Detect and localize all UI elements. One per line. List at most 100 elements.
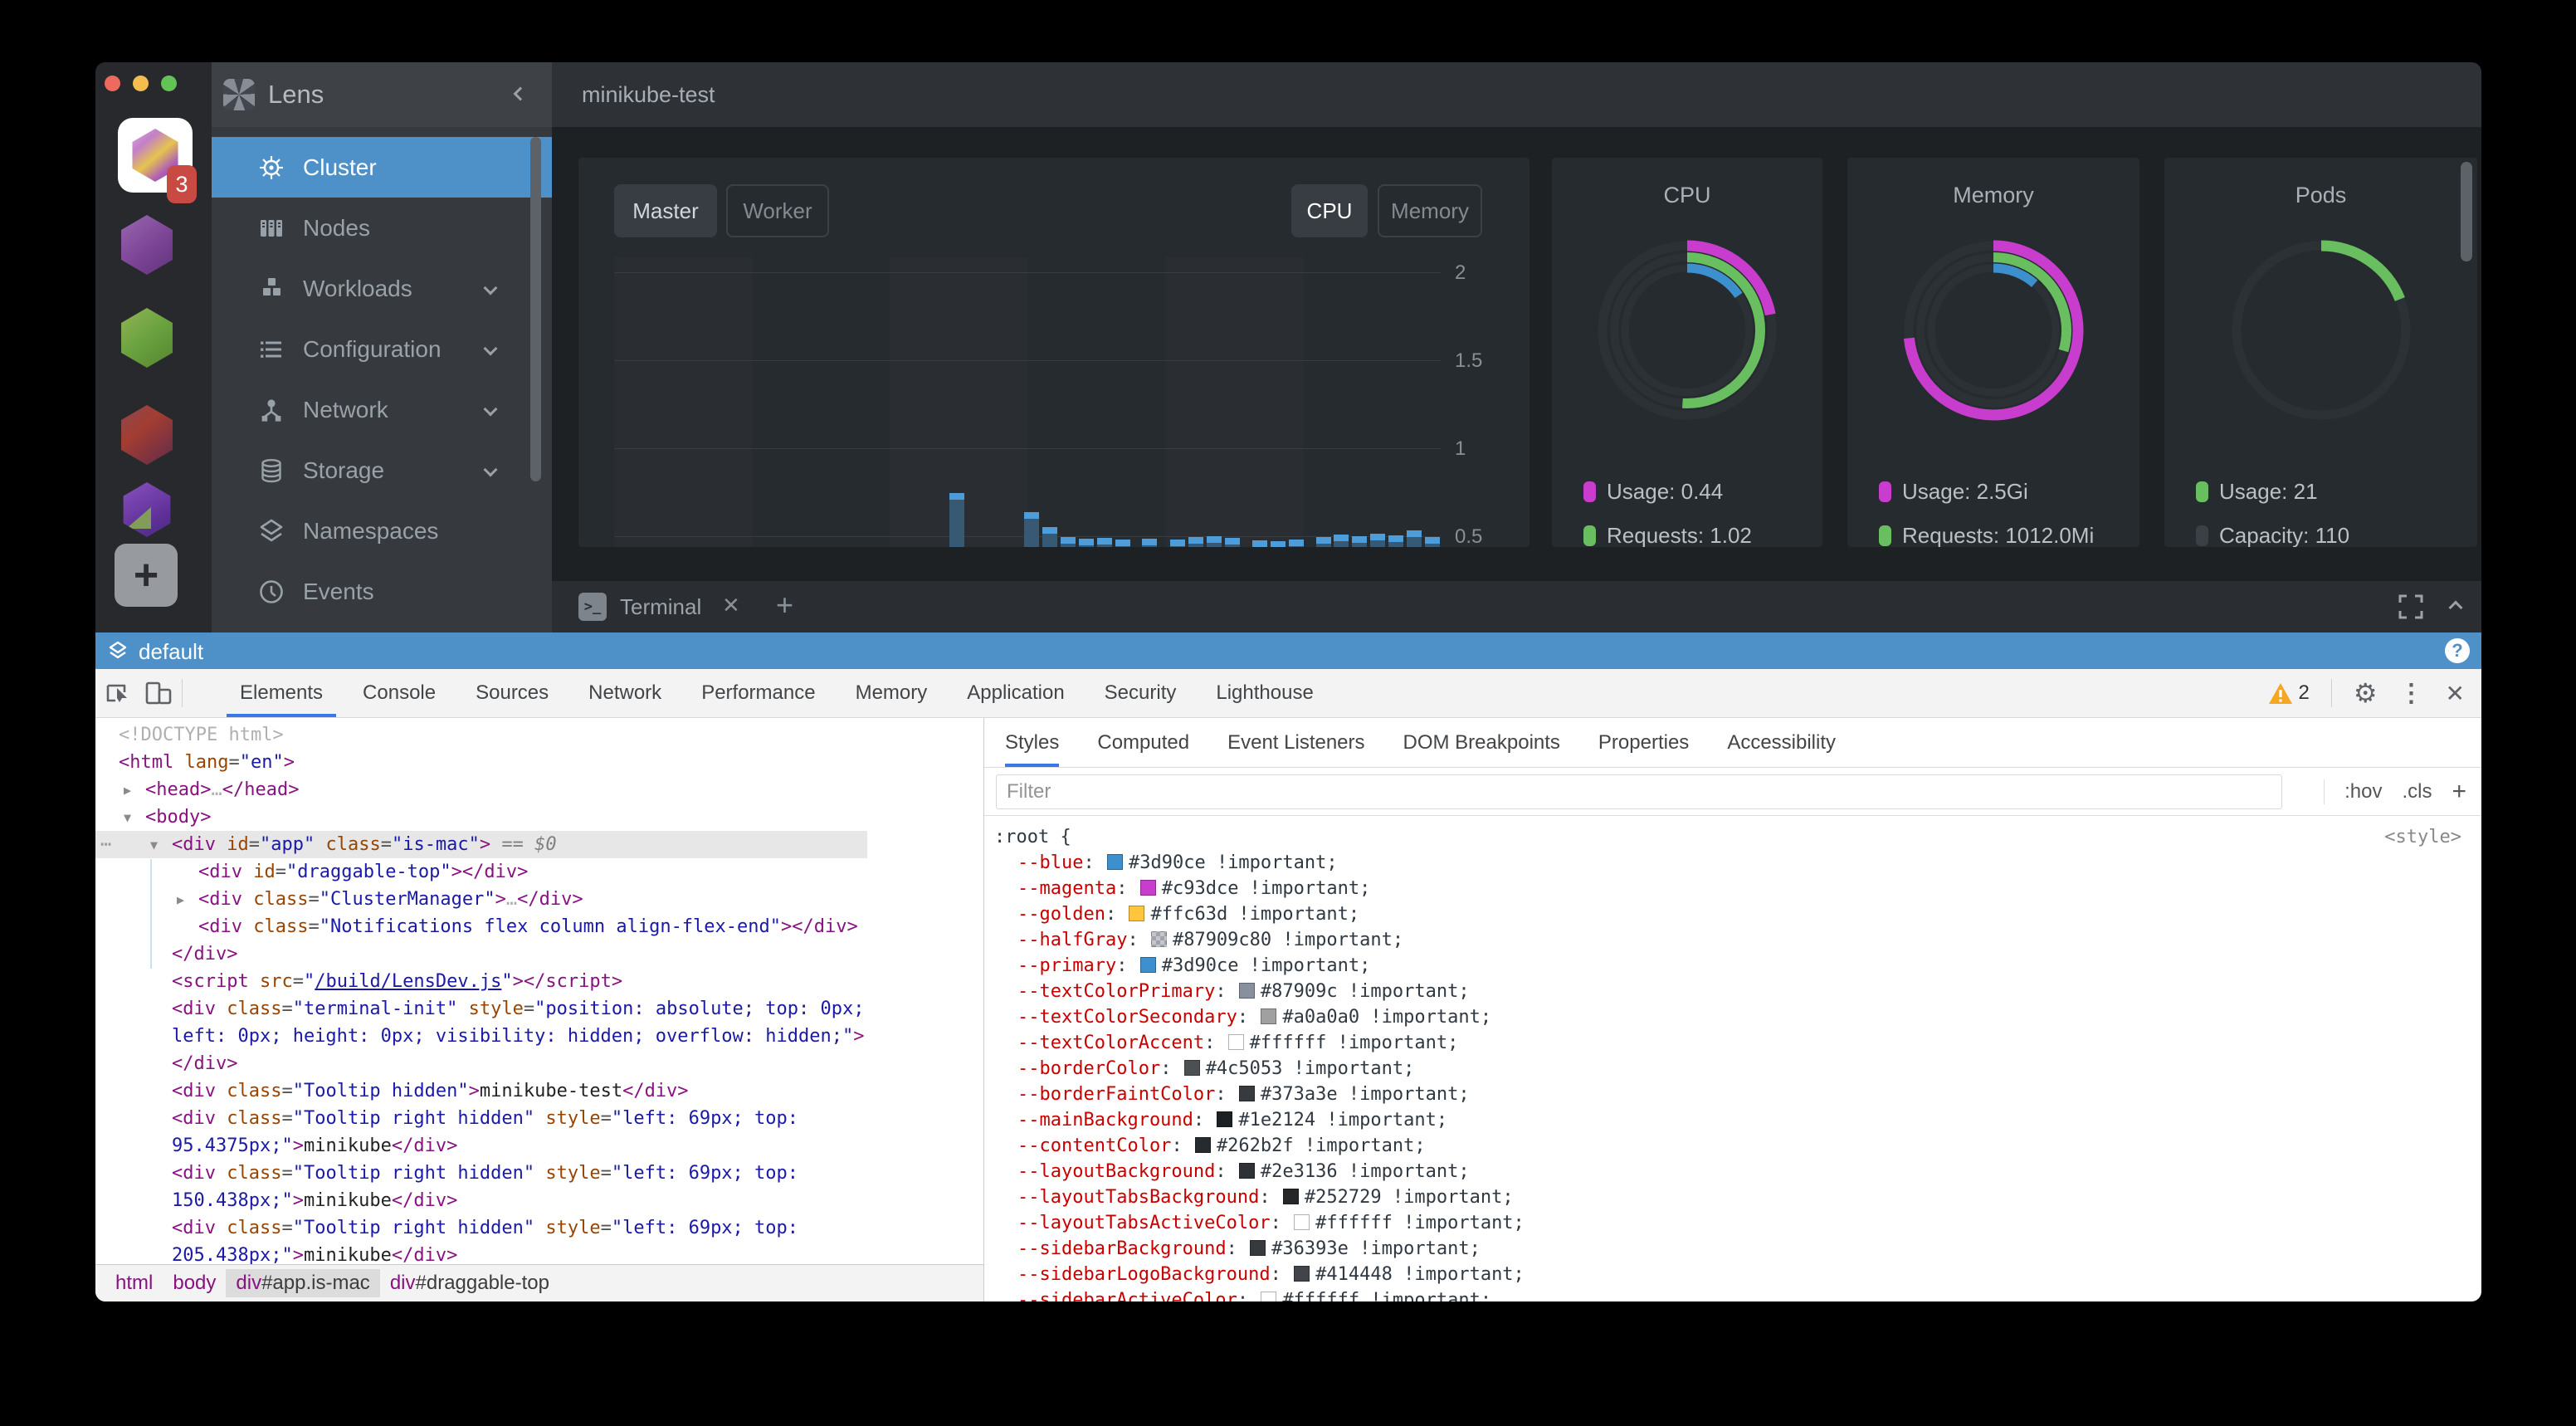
node-menu-icon[interactable]: ⋯ [100, 831, 111, 858]
color-swatch[interactable] [1283, 1189, 1299, 1204]
css-property[interactable]: --borderFaintColor: #373a3e !important; [994, 1082, 2461, 1107]
devtools-tab-security[interactable]: Security [1085, 669, 1197, 717]
css-property[interactable]: --magenta: #c93dce !important; [994, 876, 2461, 901]
devtools-tab-application[interactable]: Application [947, 669, 1084, 717]
color-swatch[interactable] [1195, 1137, 1211, 1153]
element-classes-button[interactable]: .cls [2402, 780, 2432, 803]
devtools-tab-elements[interactable]: Elements [220, 669, 343, 717]
node-tab-worker[interactable]: Worker [726, 184, 829, 237]
window-minimize-button[interactable] [133, 76, 149, 91]
dom-tree-node[interactable]: <html lang="en"> [95, 749, 867, 776]
dom-tree-node[interactable]: ▼<body> [95, 803, 867, 831]
css-property[interactable]: --textColorPrimary: #87909c !important; [994, 979, 2461, 1004]
color-swatch[interactable] [1294, 1266, 1310, 1282]
color-swatch[interactable] [1294, 1214, 1310, 1230]
breadcrumb-item-body[interactable]: body [163, 1269, 226, 1297]
styles-tab-event-listeners[interactable]: Event Listeners [1227, 718, 1364, 767]
terminal-collapse-icon[interactable] [2449, 601, 2463, 615]
css-property[interactable]: --sidebarActiveColor: #ffffff !important… [994, 1287, 2461, 1301]
css-property[interactable]: --halfGray: #87909c80 !important; [994, 927, 2461, 953]
dom-tree-node[interactable]: ▶<head>…</head> [95, 776, 867, 803]
css-property[interactable]: --borderColor: #4c5053 !important; [994, 1056, 2461, 1082]
window-close-button[interactable] [105, 76, 120, 91]
color-swatch[interactable] [1107, 854, 1123, 870]
inspect-element-icon[interactable] [104, 679, 132, 707]
collapse-node-icon[interactable]: ▼ [150, 832, 158, 859]
terminal-tab[interactable]: Terminal [620, 594, 701, 620]
devtools-close-icon[interactable]: ✕ [2446, 680, 2465, 707]
node-tab-master[interactable]: Master [614, 184, 717, 237]
css-property[interactable]: --layoutTabsBackground: #252729 !importa… [994, 1184, 2461, 1210]
cluster-icon-5[interactable] [120, 482, 174, 537]
stylesheet-source-link[interactable]: <style> [2384, 824, 2461, 850]
styles-tab-dom-breakpoints[interactable]: DOM Breakpoints [1403, 718, 1560, 767]
devtools-tab-console[interactable]: Console [343, 669, 456, 717]
window-zoom-button[interactable] [161, 76, 177, 91]
styles-tab-accessibility[interactable]: Accessibility [1727, 718, 1836, 767]
dom-tree-node[interactable]: <div class="terminal-init" style="positi… [95, 995, 867, 1050]
devtools-tab-network[interactable]: Network [568, 669, 681, 717]
color-swatch[interactable] [1239, 1163, 1255, 1179]
color-swatch[interactable] [1228, 1034, 1244, 1050]
device-toolbar-icon[interactable] [144, 679, 173, 707]
sidebar-item-configuration[interactable]: Configuration [212, 319, 552, 379]
help-button[interactable]: ? [2445, 638, 2470, 663]
metric-tab-cpu[interactable]: CPU [1291, 184, 1368, 237]
css-property[interactable]: --layoutTabsActiveColor: #ffffff !import… [994, 1210, 2461, 1236]
devtools-settings-icon[interactable]: ⚙ [2354, 677, 2378, 709]
styles-tab-properties[interactable]: Properties [1598, 718, 1689, 767]
breadcrumb-item-html[interactable]: html [105, 1269, 163, 1297]
color-swatch[interactable] [1239, 983, 1255, 999]
css-selector[interactable]: :root { [994, 824, 1071, 850]
devtools-menu-icon[interactable]: ⋮ [2399, 679, 2424, 708]
color-swatch[interactable] [1261, 1292, 1276, 1301]
color-swatch[interactable] [1129, 906, 1144, 921]
css-property[interactable]: --sidebarBackground: #36393e !important; [994, 1236, 2461, 1262]
expand-node-icon[interactable]: ▶ [124, 777, 131, 804]
color-swatch[interactable] [1250, 1240, 1266, 1256]
dom-tree-node[interactable]: <!DOCTYPE html> [95, 721, 867, 749]
color-swatch[interactable] [1140, 880, 1156, 896]
dom-tree-node[interactable]: <div class="Tooltip hidden">minikube-tes… [95, 1077, 867, 1105]
sidebar-item-nodes[interactable]: Nodes [212, 198, 552, 258]
styles-filter-input[interactable] [996, 774, 2282, 809]
dom-tree-node[interactable]: ▶<div class="ClusterManager">…</div> [95, 886, 867, 913]
css-property[interactable]: --mainBackground: #1e2124 !important; [994, 1107, 2461, 1133]
breadcrumb-item-div-app-is-mac[interactable]: div#app.is-mac [226, 1269, 379, 1297]
terminal-add-tab-button[interactable]: + [776, 588, 793, 623]
dom-tree-node[interactable]: ▼⋯<div id="app" class="is-mac"> == $0 [95, 831, 867, 858]
sidebar-item-events[interactable]: Events [212, 561, 552, 622]
css-property[interactable]: --contentColor: #262b2f !important; [994, 1133, 2461, 1159]
css-property[interactable]: --primary: #3d90ce !important; [994, 953, 2461, 979]
console-warning-counter[interactable]: 2 [2268, 681, 2309, 705]
css-property[interactable]: --blue: #3d90ce !important; [994, 850, 2461, 876]
styles-tab-styles[interactable]: Styles [1005, 718, 1059, 767]
terminal-expand-icon[interactable] [2398, 594, 2423, 619]
color-swatch[interactable] [1217, 1111, 1232, 1127]
dom-tree-node[interactable]: <script src="/build/LensDev.js"></script… [95, 968, 867, 995]
terminal-close-icon[interactable]: ✕ [722, 593, 740, 618]
styles-tab-computed[interactable]: Computed [1097, 718, 1189, 767]
css-property[interactable]: --golden: #ffc63d !important; [994, 901, 2461, 927]
color-swatch[interactable] [1184, 1060, 1200, 1076]
sidebar-scrollbar[interactable] [530, 137, 541, 481]
css-property[interactable]: --layoutBackground: #2e3136 !important; [994, 1159, 2461, 1184]
css-property[interactable]: --textColorSecondary: #a0a0a0 !important… [994, 1004, 2461, 1030]
dom-tree-node[interactable]: <div class="Tooltip right hidden" style=… [95, 1105, 867, 1160]
color-swatch[interactable] [1140, 957, 1156, 973]
dom-tree-node[interactable]: </div> [95, 1050, 867, 1077]
dom-tree-node[interactable]: <div class="Tooltip right hidden" style=… [95, 1214, 867, 1264]
breadcrumb-item-div-draggable-top[interactable]: div#draggable-top [380, 1269, 559, 1297]
cluster-icon-3[interactable] [117, 308, 177, 368]
color-swatch[interactable] [1151, 931, 1167, 947]
new-style-rule-button[interactable]: + [2452, 778, 2466, 806]
add-cluster-button[interactable]: + [115, 544, 178, 607]
devtools-tab-sources[interactable]: Sources [456, 669, 568, 717]
namespace-selector[interactable]: default [139, 639, 203, 665]
dom-tree-node[interactable]: <div class="Tooltip right hidden" style=… [95, 1160, 867, 1214]
cluster-icon-4[interactable] [117, 405, 177, 465]
devtools-tab-lighthouse[interactable]: Lighthouse [1196, 669, 1333, 717]
toggle-hover-state-button[interactable]: :hov [2344, 780, 2382, 803]
devtools-tab-performance[interactable]: Performance [681, 669, 835, 717]
collapse-node-icon[interactable]: ▼ [124, 804, 131, 832]
